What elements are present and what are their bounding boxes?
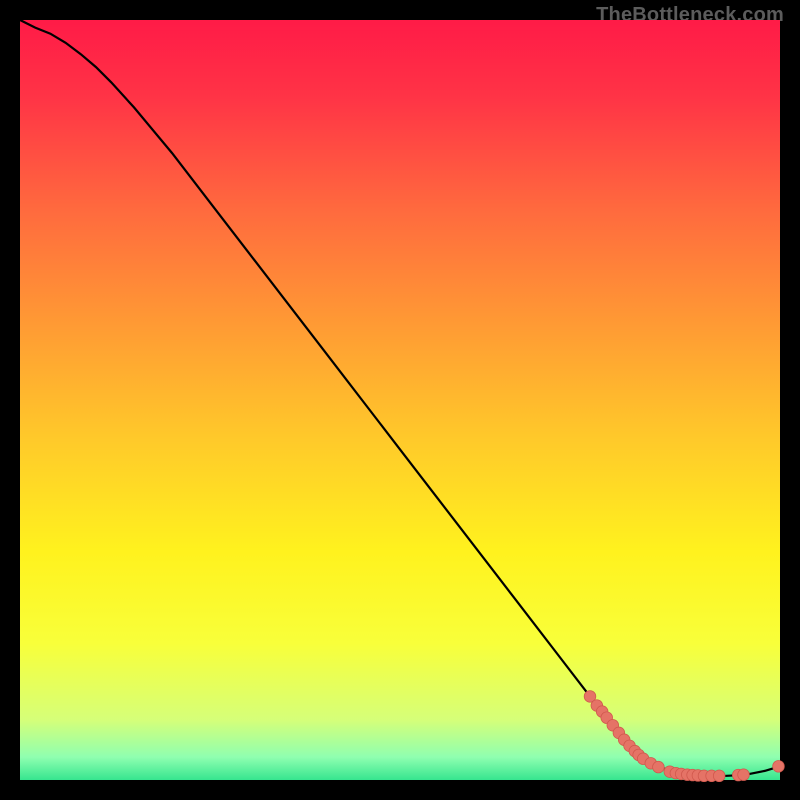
- bottleneck-curve: [20, 20, 780, 776]
- threshold-marker: [738, 769, 750, 781]
- threshold-marker: [713, 770, 725, 782]
- chart-frame: TheBottleneck.com: [20, 20, 780, 780]
- threshold-markers-group: [584, 691, 784, 782]
- chart-overlay: [20, 20, 780, 780]
- threshold-marker: [773, 761, 785, 773]
- threshold-marker: [653, 761, 665, 773]
